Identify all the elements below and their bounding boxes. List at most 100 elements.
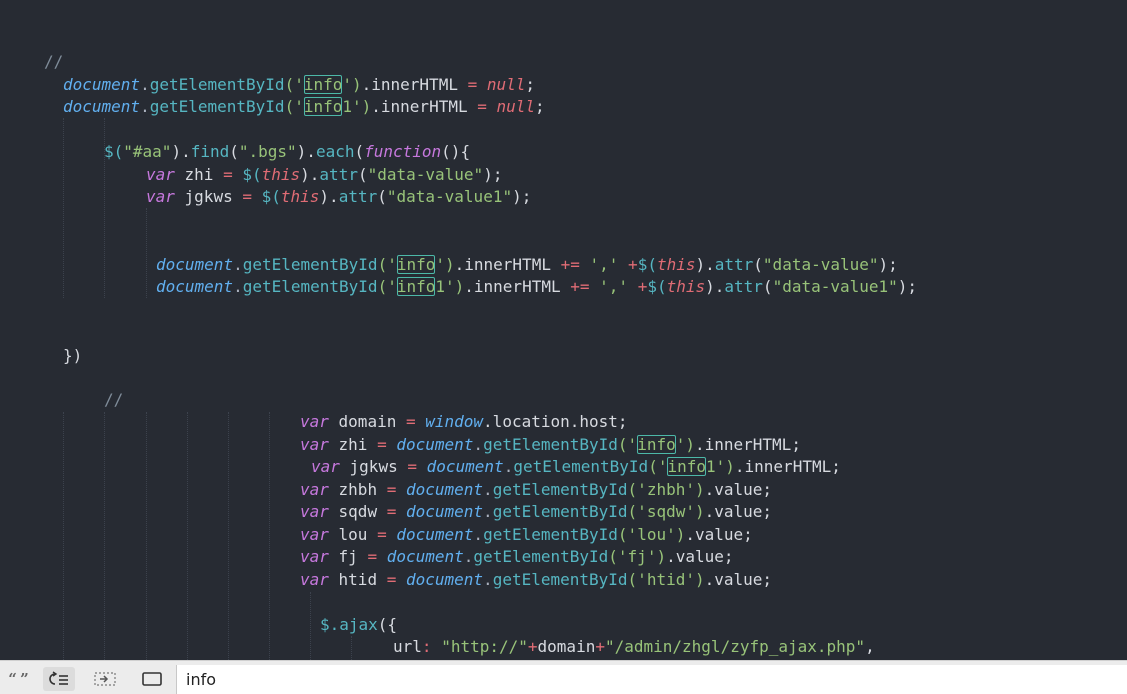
code-token: .innerHTML <box>371 97 478 116</box>
code-token: var <box>146 187 175 206</box>
code-token: var <box>300 480 329 499</box>
code-token: null <box>486 75 526 94</box>
code-token: htid <box>328 570 387 589</box>
code-line: document.getElementById('info').innerHTM… <box>156 254 898 276</box>
code-token: (' <box>377 255 397 274</box>
code-token: ). <box>695 255 715 274</box>
code-token: = <box>367 547 378 566</box>
code-token: + <box>628 255 638 274</box>
code-token: window <box>425 412 484 431</box>
code-token: . <box>483 480 493 499</box>
code-token: zhi <box>328 435 378 454</box>
code-line: var zhbh = document.getElementById('zhbh… <box>300 479 772 501</box>
code-token: url <box>393 637 422 656</box>
code-token: . <box>473 525 484 544</box>
code-token: .value; <box>685 525 753 544</box>
code-token: attr <box>338 187 378 206</box>
code-token: + <box>527 637 538 656</box>
code-token: "data-value1" <box>772 277 898 296</box>
code-token: // <box>104 390 124 409</box>
code-token: "data-value1" <box>386 187 513 206</box>
code-token: ); <box>878 255 898 274</box>
find-input[interactable] <box>176 665 1127 694</box>
indent-guide <box>146 412 147 660</box>
regex-replace-toggle-icon <box>49 671 68 685</box>
whole-word-toggle-button[interactable] <box>136 667 168 691</box>
code-token: getElementById <box>149 75 285 94</box>
code-line: var domain = window.location.host; <box>300 411 628 433</box>
code-token: . <box>233 255 243 274</box>
code-line: $("#aa").find(".bgs").each(function(){ <box>104 141 470 163</box>
code-token: document <box>63 97 141 116</box>
code-token: ajax <box>339 615 378 634</box>
code-token: $( <box>637 255 657 274</box>
code-token: (' <box>284 97 304 116</box>
code-token: fj <box>328 547 368 566</box>
code-token: .innerHTML; <box>694 435 801 454</box>
code-token: "/admin/zhgl/zyfp_ajax.php" <box>604 637 866 656</box>
code-token: getElementById <box>492 570 628 589</box>
code-token: ') <box>342 75 362 94</box>
code-token: ('fj') <box>608 547 667 566</box>
code-token: .innerHTML <box>454 255 561 274</box>
search-match-highlight: info <box>303 75 343 94</box>
code-token: ('htid') <box>627 570 705 589</box>
code-line: document.getElementById('info1').innerHT… <box>156 276 917 298</box>
code-token: "data-value" <box>762 255 879 274</box>
code-line: document.getElementById('info1').innerHT… <box>63 96 545 118</box>
code-token: getElementById <box>492 480 628 499</box>
code-token: (' <box>617 435 638 454</box>
code-token: . <box>503 457 514 476</box>
code-token: zhi <box>174 165 224 184</box>
code-token: ). <box>319 187 339 206</box>
code-token: . <box>483 502 493 521</box>
code-token: document <box>386 547 464 566</box>
code-token: getElementById <box>242 277 378 296</box>
code-token: ') <box>435 255 455 274</box>
code-token: + <box>595 637 605 656</box>
code-token: getElementById <box>483 525 618 544</box>
code-token: getElementById <box>473 547 609 566</box>
regex-replace-toggle-button[interactable] <box>43 667 75 691</box>
code-token: = <box>377 525 387 544</box>
code-token: ; <box>535 97 545 116</box>
code-token: ( <box>354 142 365 161</box>
code-token: ".bgs" <box>238 142 297 161</box>
code-token: ('zhbh') <box>627 480 705 499</box>
in-selection-toggle-button[interactable] <box>89 667 121 691</box>
code-token: += <box>570 277 590 296</box>
code-token: find <box>190 142 230 161</box>
code-token: ( <box>753 255 763 274</box>
code-token: , <box>865 637 875 656</box>
code-token: $( <box>242 165 262 184</box>
code-line: }) <box>63 345 82 367</box>
code-token: .innerHTML; <box>734 457 841 476</box>
code-editor[interactable]: //document.getElementById('info').innerH… <box>0 0 1127 660</box>
indent-guide <box>63 412 64 660</box>
code-token: ('lou') <box>617 525 686 544</box>
code-line: var zhi = $(this).attr("data-value"); <box>146 164 502 186</box>
code-token: $. <box>320 615 340 634</box>
code-token: ). <box>300 165 320 184</box>
quotes-toggle-button[interactable]: “ ” <box>0 667 36 691</box>
search-match-highlight: info <box>303 97 343 116</box>
code-token: attr <box>319 165 358 184</box>
code-token: ',' <box>599 277 629 296</box>
code-token: (){ <box>441 142 471 161</box>
code-token: . <box>483 570 493 589</box>
code-token: = <box>407 457 417 476</box>
code-token: = <box>467 75 478 94</box>
code-token: $( <box>261 187 281 206</box>
code-token: .value; <box>704 480 773 499</box>
code-token: var <box>300 525 329 544</box>
code-token: . <box>140 97 150 116</box>
code-token: .value; <box>666 547 734 566</box>
indent-guide <box>63 118 64 298</box>
